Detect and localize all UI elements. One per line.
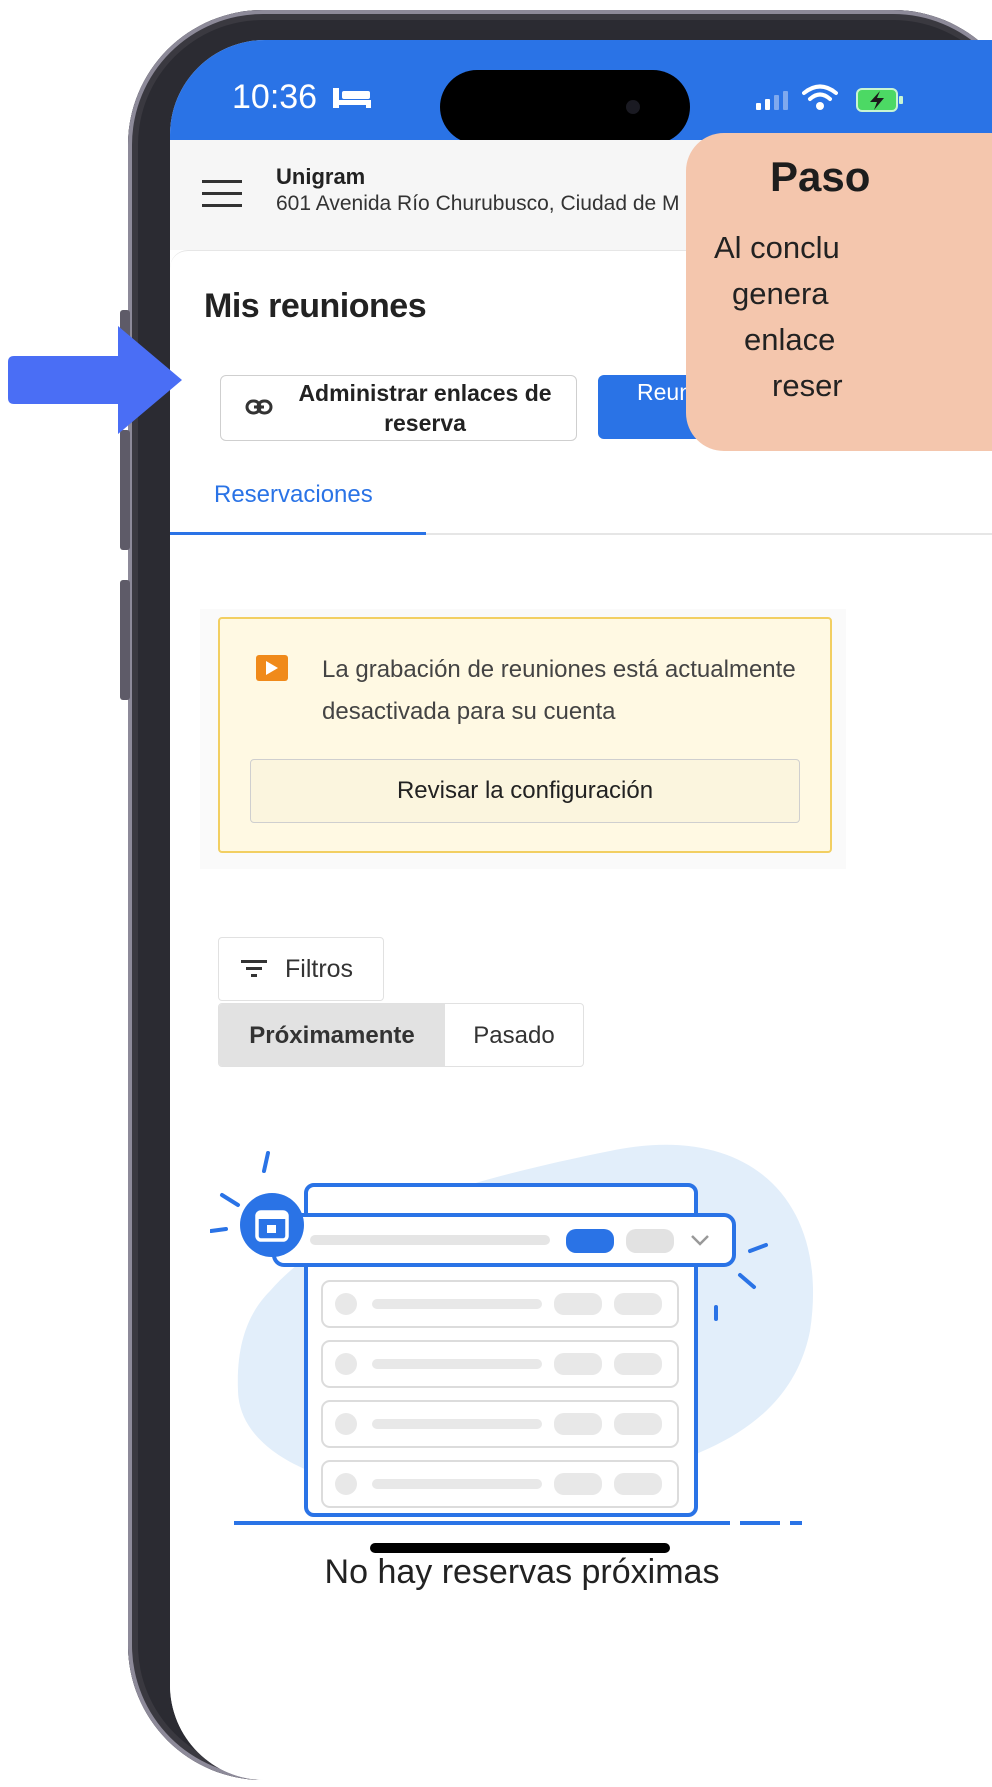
notice-text: La grabación de reuniones está actualmen…	[322, 656, 796, 725]
recording-notice: La grabación de reuniones está actualmen…	[218, 617, 832, 853]
home-indicator	[370, 1543, 670, 1553]
org-address: 601 Avenida Río Churubusco, Ciudad de M	[276, 192, 680, 215]
segment-past[interactable]: Pasado	[445, 1022, 583, 1050]
tip-line: reser	[772, 368, 843, 403]
filters-button[interactable]: Filtros	[218, 937, 384, 1001]
tip-title: Paso	[770, 153, 871, 200]
play-icon	[256, 655, 288, 681]
tab-bar: Reservaciones	[170, 451, 992, 535]
hamburger-menu-icon[interactable]	[202, 180, 242, 208]
page-title: Mis reuniones	[204, 287, 427, 325]
segment-upcoming[interactable]: Próximamente	[219, 1004, 445, 1066]
link-icon	[245, 399, 273, 415]
bed-icon	[333, 88, 371, 108]
review-settings-button[interactable]: Revisar la configuración	[250, 759, 800, 823]
review-settings-label: Revisar la configuración	[396, 777, 654, 804]
phone-volume-down	[120, 580, 130, 700]
status-bar: 10:36	[170, 40, 992, 144]
tip-body: Al conclu genera enlace reser	[714, 225, 992, 409]
empty-state-text: No hay reservas próximas	[324, 1553, 720, 1591]
time-segment-control: Próximamente Pasado	[218, 1003, 584, 1067]
dynamic-island	[440, 70, 690, 144]
filter-icon	[241, 960, 267, 977]
wifi-icon	[802, 84, 838, 110]
phone-volume-up	[120, 430, 130, 550]
front-camera	[626, 100, 640, 114]
main-content: Mis reuniones Administrar enlaces de res…	[170, 250, 992, 1780]
empty-state-illustration	[210, 1144, 814, 1525]
tip-line: genera	[732, 276, 829, 311]
pointer-arrow-icon	[8, 326, 182, 434]
tab-reservations[interactable]: Reservaciones	[214, 481, 373, 509]
tip-line: Al conclu	[714, 230, 840, 265]
battery-charging-icon	[856, 88, 903, 112]
manage-booking-links-label: Administrar enlaces de reserva	[298, 380, 552, 436]
tip-line: enlace	[744, 322, 836, 357]
step-tip-card: Paso Al conclu genera enlace reser	[686, 133, 992, 451]
tab-active-indicator	[170, 532, 426, 535]
org-name: Unigram	[276, 164, 366, 189]
segment-upcoming-label: Próximamente	[249, 1022, 415, 1049]
signal-icon	[756, 91, 788, 110]
status-time: 10:36	[232, 78, 318, 116]
manage-booking-links-button[interactable]: Administrar enlaces de reserva	[220, 375, 577, 441]
filters-label: Filtros	[285, 955, 354, 983]
